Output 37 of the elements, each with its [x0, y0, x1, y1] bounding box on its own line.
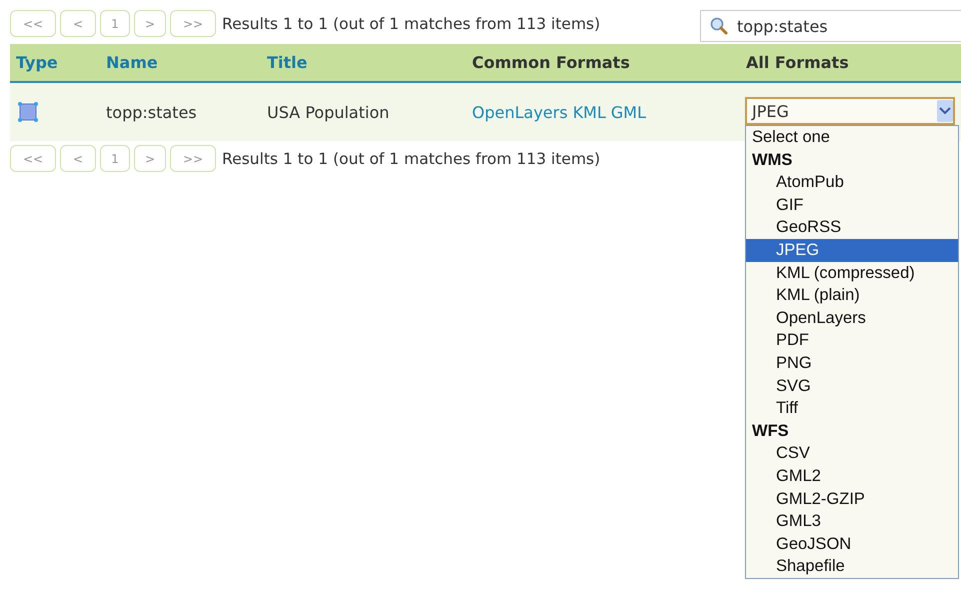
results-summary: Results 1 to 1 (out of 1 matches from 113 items) — [222, 150, 600, 168]
dropdown-option[interactable]: GeoJSON — [746, 532, 958, 556]
dropdown-option[interactable]: AtomPub — [746, 171, 958, 194]
dropdown-option[interactable]: GeoRSS — [746, 216, 958, 239]
dropdown-option[interactable]: GIF — [746, 194, 958, 216]
column-header: Title — [266, 53, 308, 72]
format-select[interactable]: JPEG — [745, 97, 955, 125]
dropdown-option[interactable]: GML3 — [746, 510, 958, 533]
table-cell-text: USA Population — [266, 102, 390, 122]
dropdown-option[interactable]: CSV — [746, 442, 958, 465]
dropdown-option[interactable]: Tiff — [746, 397, 958, 420]
dropdown-option[interactable]: PNG — [746, 352, 958, 375]
chevron-down-icon — [937, 100, 953, 122]
column-header: Type — [15, 53, 59, 72]
column-header: Common Formats — [471, 53, 631, 72]
column-header: All Formats — [745, 53, 850, 72]
dropdown-option[interactable]: Shapefile — [746, 555, 958, 578]
results-summary: Results 1 to 1 (out of 1 matches from 113 items) — [222, 14, 600, 32]
polygon-layer-icon — [16, 100, 40, 124]
dropdown-option[interactable]: SVG — [746, 374, 958, 398]
option-group-label: WFS — [751, 420, 790, 442]
search-icon — [709, 16, 729, 36]
dropdown-option[interactable]: GML2 — [746, 464, 958, 488]
dropdown-option[interactable]: PDF — [746, 329, 958, 352]
option-group-label: WMS — [751, 150, 794, 171]
dropdown-option[interactable]: OpenLayers — [746, 306, 958, 330]
dropdown-option[interactable]: KML (compressed) — [746, 262, 958, 284]
dropdown-option[interactable]: Select one — [746, 126, 958, 149]
table-cell-text: topp:states — [105, 102, 198, 122]
dropdown-option[interactable]: GML2-GZIP — [746, 488, 958, 510]
dropdown-option[interactable]: JPEG — [746, 238, 958, 262]
search-field[interactable]: topp:states — [700, 10, 961, 42]
dropdown-option[interactable]: KML (plain) — [746, 284, 958, 307]
format-link[interactable]: GML — [610, 102, 646, 122]
column-header: Name — [105, 53, 159, 72]
format-link[interactable]: KML — [572, 102, 606, 122]
format-link[interactable]: OpenLayers — [472, 102, 568, 122]
